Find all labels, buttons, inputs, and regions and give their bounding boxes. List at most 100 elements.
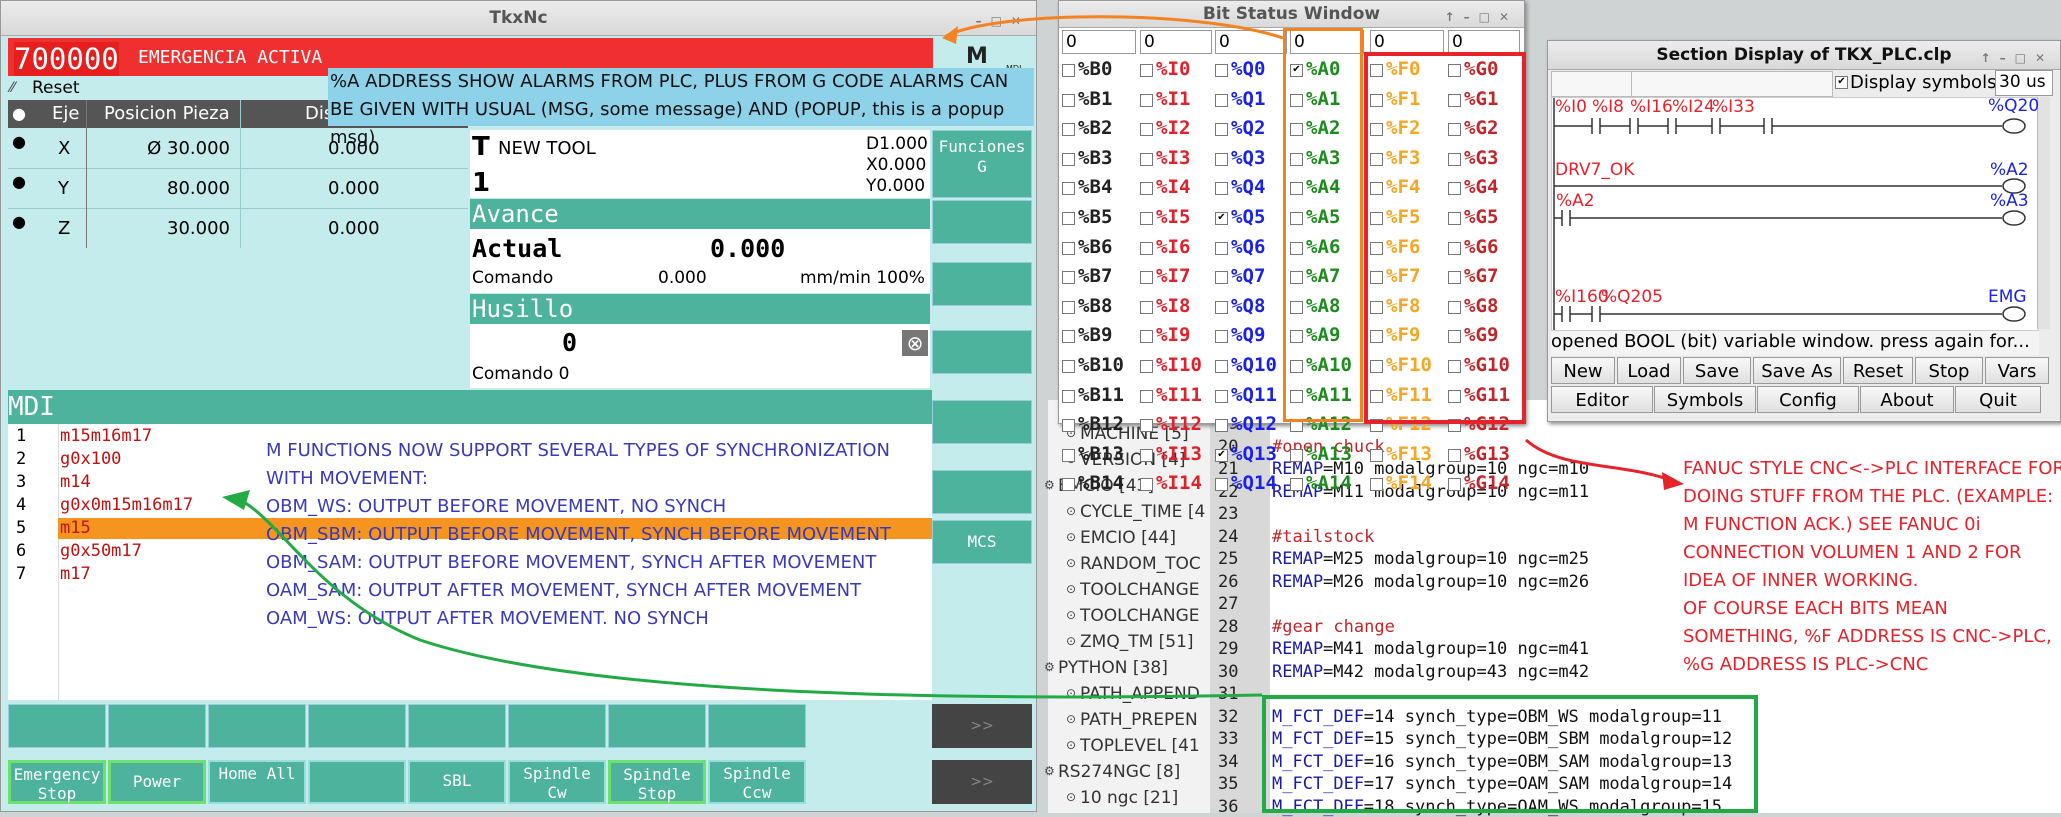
bit-checkbox[interactable]: [1140, 123, 1153, 137]
bit-checkbox[interactable]: [1140, 300, 1153, 314]
side-button[interactable]: [932, 330, 1032, 374]
home-all-button[interactable]: Home All: [208, 760, 306, 804]
bit-checkbox[interactable]: [1215, 389, 1228, 403]
bit-checkbox[interactable]: [1062, 300, 1075, 314]
bit-offset-input[interactable]: 0: [1370, 30, 1444, 54]
bit-checkbox[interactable]: [1448, 448, 1461, 462]
tree-node[interactable]: PATH_PREPEN: [1080, 710, 1198, 730]
ladder-scrollbar[interactable]: [2037, 97, 2050, 329]
side-button[interactable]: [932, 470, 1032, 514]
bit-checkbox[interactable]: [1062, 330, 1075, 344]
softkey-empty[interactable]: [308, 760, 406, 804]
softkey-blank[interactable]: [8, 704, 106, 748]
ladder-button-load[interactable]: Load: [1617, 357, 1681, 384]
bit-checkbox[interactable]: [1062, 241, 1075, 255]
ladder-button-vars[interactable]: Vars: [1985, 357, 2049, 384]
power-button[interactable]: Power: [108, 760, 206, 804]
side-dark-button[interactable]: >>: [932, 704, 1032, 748]
bit-checkbox[interactable]: [1140, 182, 1153, 196]
scan-time-field[interactable]: 30 us: [1995, 70, 2053, 96]
softkey-blank[interactable]: [708, 704, 806, 748]
bit-checkbox[interactable]: [1140, 271, 1153, 285]
bit-checkbox[interactable]: ✔: [1215, 212, 1228, 225]
ladder-button-quit[interactable]: Quit: [1955, 386, 2041, 413]
bit-checkbox[interactable]: [1062, 64, 1075, 77]
bit-checkbox[interactable]: [1215, 93, 1228, 107]
tree-node[interactable]: TOOLCHANGE: [1080, 606, 1200, 626]
softkey-blank[interactable]: [308, 704, 406, 748]
bit-checkbox[interactable]: ✔: [1215, 448, 1228, 462]
ladder-button-stop[interactable]: Stop: [1915, 357, 1983, 384]
bit-checkbox[interactable]: [1062, 419, 1075, 433]
tree-node[interactable]: CYCLE_TIME [4: [1080, 502, 1205, 522]
bit-checkbox[interactable]: [1290, 448, 1303, 462]
spindle-ccw-button[interactable]: Spindle Ccw: [708, 760, 806, 804]
ladder-button-about[interactable]: About: [1860, 386, 1954, 413]
bit-checkbox[interactable]: [1140, 478, 1153, 492]
bit-checkbox[interactable]: [1062, 389, 1075, 403]
softkey-blank[interactable]: [208, 704, 306, 748]
bit-checkbox[interactable]: [1140, 330, 1153, 344]
bit-checkbox[interactable]: [1215, 64, 1228, 77]
bit-offset-input[interactable]: 0: [1062, 30, 1136, 54]
reset-label[interactable]: Reset: [32, 78, 80, 98]
bit-checkbox[interactable]: [1062, 123, 1075, 137]
bit-offset-input[interactable]: 0: [1448, 30, 1520, 54]
softkey-blank[interactable]: [508, 704, 606, 748]
bit-checkbox[interactable]: [1370, 478, 1383, 492]
ladder-button-save-as[interactable]: Save As: [1753, 357, 1841, 384]
mcs-button[interactable]: MCS: [932, 520, 1032, 564]
bit-checkbox[interactable]: [1215, 330, 1228, 344]
bit-checkbox[interactable]: [1062, 271, 1075, 285]
tree-node[interactable]: RANDOM_TOC: [1080, 554, 1201, 574]
bit-checkbox[interactable]: [1215, 182, 1228, 196]
bit-checkbox[interactable]: [1215, 300, 1228, 314]
bit-checkbox[interactable]: [1140, 389, 1153, 403]
bit-offset-input[interactable]: 0: [1215, 30, 1287, 54]
ladder-section-field[interactable]: [1551, 71, 1633, 97]
softkey-blank[interactable]: [108, 704, 206, 748]
bit-checkbox[interactable]: [1140, 241, 1153, 255]
softkey-blank[interactable]: [408, 704, 506, 748]
bit-checkbox[interactable]: [1140, 64, 1153, 77]
bit-checkbox[interactable]: [1215, 478, 1228, 492]
bit-checkbox[interactable]: [1290, 478, 1303, 492]
sbl-button[interactable]: SBL: [408, 760, 506, 804]
bit-checkbox[interactable]: [1215, 360, 1228, 373]
ladder-button-new[interactable]: New: [1551, 357, 1615, 384]
ladder-button-symbols[interactable]: Symbols: [1654, 386, 1756, 413]
bit-checkbox[interactable]: [1140, 419, 1153, 433]
bit-checkbox[interactable]: [1140, 93, 1153, 107]
side-dark-button[interactable]: >>: [932, 760, 1032, 804]
bit-checkbox[interactable]: [1062, 212, 1075, 225]
bit-checkbox[interactable]: [1370, 448, 1383, 462]
bit-checkbox[interactable]: [1140, 448, 1153, 462]
side-button[interactable]: [932, 262, 1032, 306]
side-button[interactable]: [932, 200, 1032, 244]
bit-checkbox[interactable]: [1215, 271, 1228, 285]
ladder-section-field-2[interactable]: [1631, 71, 1833, 97]
tree-node[interactable]: TOPLEVEL [41: [1080, 736, 1200, 756]
tree-node[interactable]: TOOLCHANGE: [1080, 580, 1200, 600]
bit-checkbox[interactable]: [1140, 212, 1153, 225]
tree-node[interactable]: PATH_APPEND: [1080, 684, 1200, 704]
tree-node[interactable]: EMCIO [44]: [1080, 528, 1176, 548]
ladder-button-editor[interactable]: Editor: [1551, 386, 1653, 413]
bit-checkbox[interactable]: [1062, 182, 1075, 196]
window-controls[interactable]: ↑–□✕: [1445, 4, 1518, 30]
window-controls[interactable]: ↑–□✕: [1981, 44, 2054, 72]
bit-checkbox[interactable]: [1215, 241, 1228, 255]
tree-node[interactable]: ZMQ_TM [51]: [1080, 632, 1194, 652]
softkey-blank[interactable]: [608, 704, 706, 748]
bit-checkbox[interactable]: [1140, 360, 1153, 373]
bit-checkbox[interactable]: [1448, 478, 1461, 492]
bit-checkbox[interactable]: [1215, 419, 1228, 433]
side-button[interactable]: [932, 400, 1032, 444]
window-controls[interactable]: –□✕: [976, 4, 1030, 38]
tree-node[interactable]: RS274NGC [8]: [1058, 762, 1180, 782]
spindle-cw-button[interactable]: Spindle Cw: [508, 760, 606, 804]
bit-checkbox[interactable]: [1062, 152, 1075, 166]
bit-checkbox[interactable]: [1062, 478, 1075, 492]
bit-checkbox[interactable]: [1062, 448, 1075, 462]
bit-checkbox[interactable]: [1215, 123, 1228, 137]
